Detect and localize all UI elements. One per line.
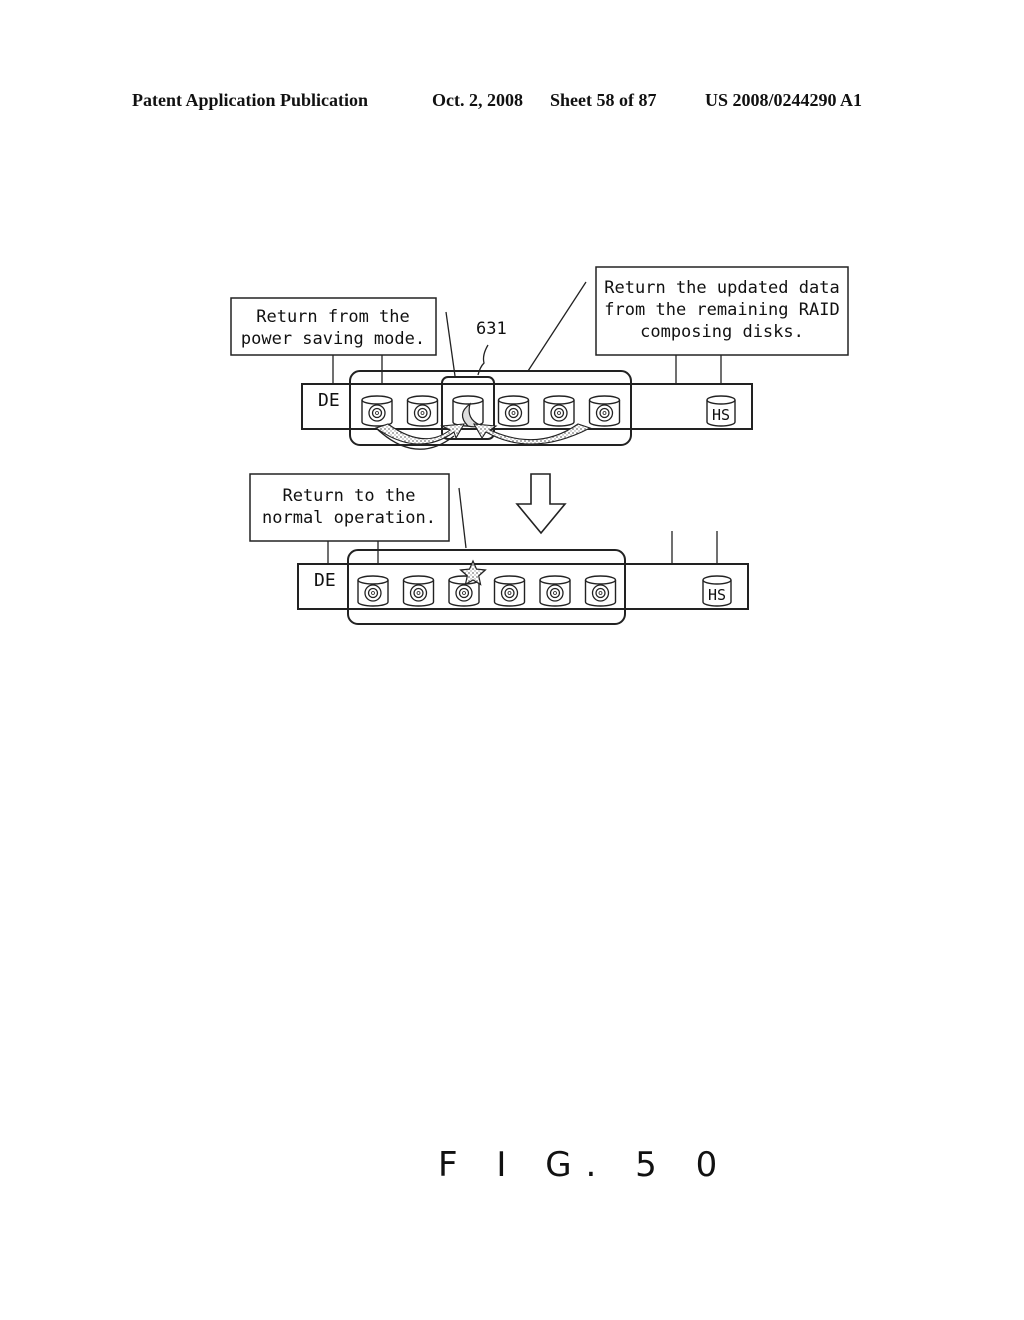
leader-line [458, 487, 467, 549]
hot-spare-disk: HS [702, 575, 732, 607]
disk-active [406, 395, 439, 427]
callout-text-line: power saving mode. [241, 329, 425, 349]
disk-active [539, 575, 571, 607]
top-section: Return from the power saving mode. Retur… [230, 266, 849, 450]
disk-active [497, 395, 530, 427]
callout-text-line: normal operation. [262, 508, 436, 528]
reference-number: 631 [476, 319, 507, 339]
disk-active [588, 395, 621, 427]
disk-active [361, 395, 393, 427]
callout-text-line: Return from the [256, 307, 410, 327]
callout-text-line: Return to the [282, 486, 415, 506]
disk-active [543, 395, 575, 427]
hot-spare-label: HS [708, 586, 726, 604]
callout-text-line: Return the updated data [604, 278, 839, 298]
leader-line [445, 311, 456, 377]
hot-spare-disk: HS [706, 395, 736, 427]
disk-active [493, 575, 526, 607]
callout-text-line: composing disks. [640, 322, 804, 342]
enclosure-label: DE [318, 390, 340, 411]
bottom-section: Return to the normal operation. DE HS [249, 473, 749, 625]
hot-spare-label: HS [712, 406, 730, 424]
figure-label: F I G. 5 0 [438, 1145, 732, 1185]
down-arrow-icon [515, 473, 567, 535]
enclosure-label: DE [314, 570, 336, 591]
raid-diagram: Return from the power saving mode. Retur… [230, 266, 849, 625]
disk-active [584, 575, 617, 607]
disk-active [402, 575, 435, 607]
disk-power-saving [452, 395, 484, 428]
callout-text-line: from the remaining RAID [604, 300, 839, 320]
disk-active [357, 575, 389, 607]
leader-line [527, 281, 587, 372]
